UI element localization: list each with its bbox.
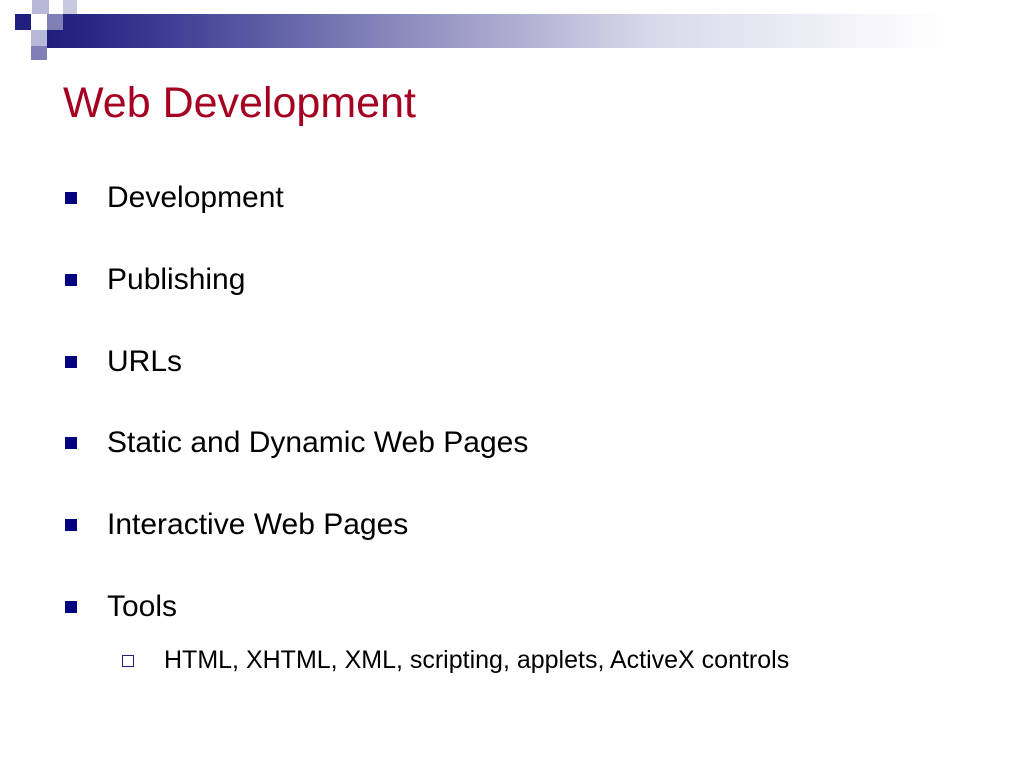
filled-square-bullet-icon (65, 601, 77, 613)
filled-square-bullet-icon (65, 356, 77, 368)
bullet-text: Interactive Web Pages (107, 508, 409, 541)
hollow-square-bullet-icon (122, 655, 134, 667)
filled-square-bullet-icon (65, 192, 77, 204)
filled-square-bullet-icon (65, 437, 77, 449)
sub-bullet-text: HTML, XHTML, XML, scripting, applets, Ac… (164, 646, 790, 674)
slide: Web Development Development Publishing U… (0, 0, 1024, 768)
bullet-list: Development Publishing URLs Static and D… (0, 0, 1024, 768)
bullet-text: Tools (107, 590, 178, 623)
bullet-text: Static and Dynamic Web Pages (107, 426, 529, 459)
bullet-text: URLs (107, 345, 183, 378)
filled-square-bullet-icon (65, 274, 77, 286)
bullet-text: Development (107, 181, 284, 214)
filled-square-bullet-icon (65, 519, 77, 531)
bullet-text: Publishing (107, 263, 246, 296)
